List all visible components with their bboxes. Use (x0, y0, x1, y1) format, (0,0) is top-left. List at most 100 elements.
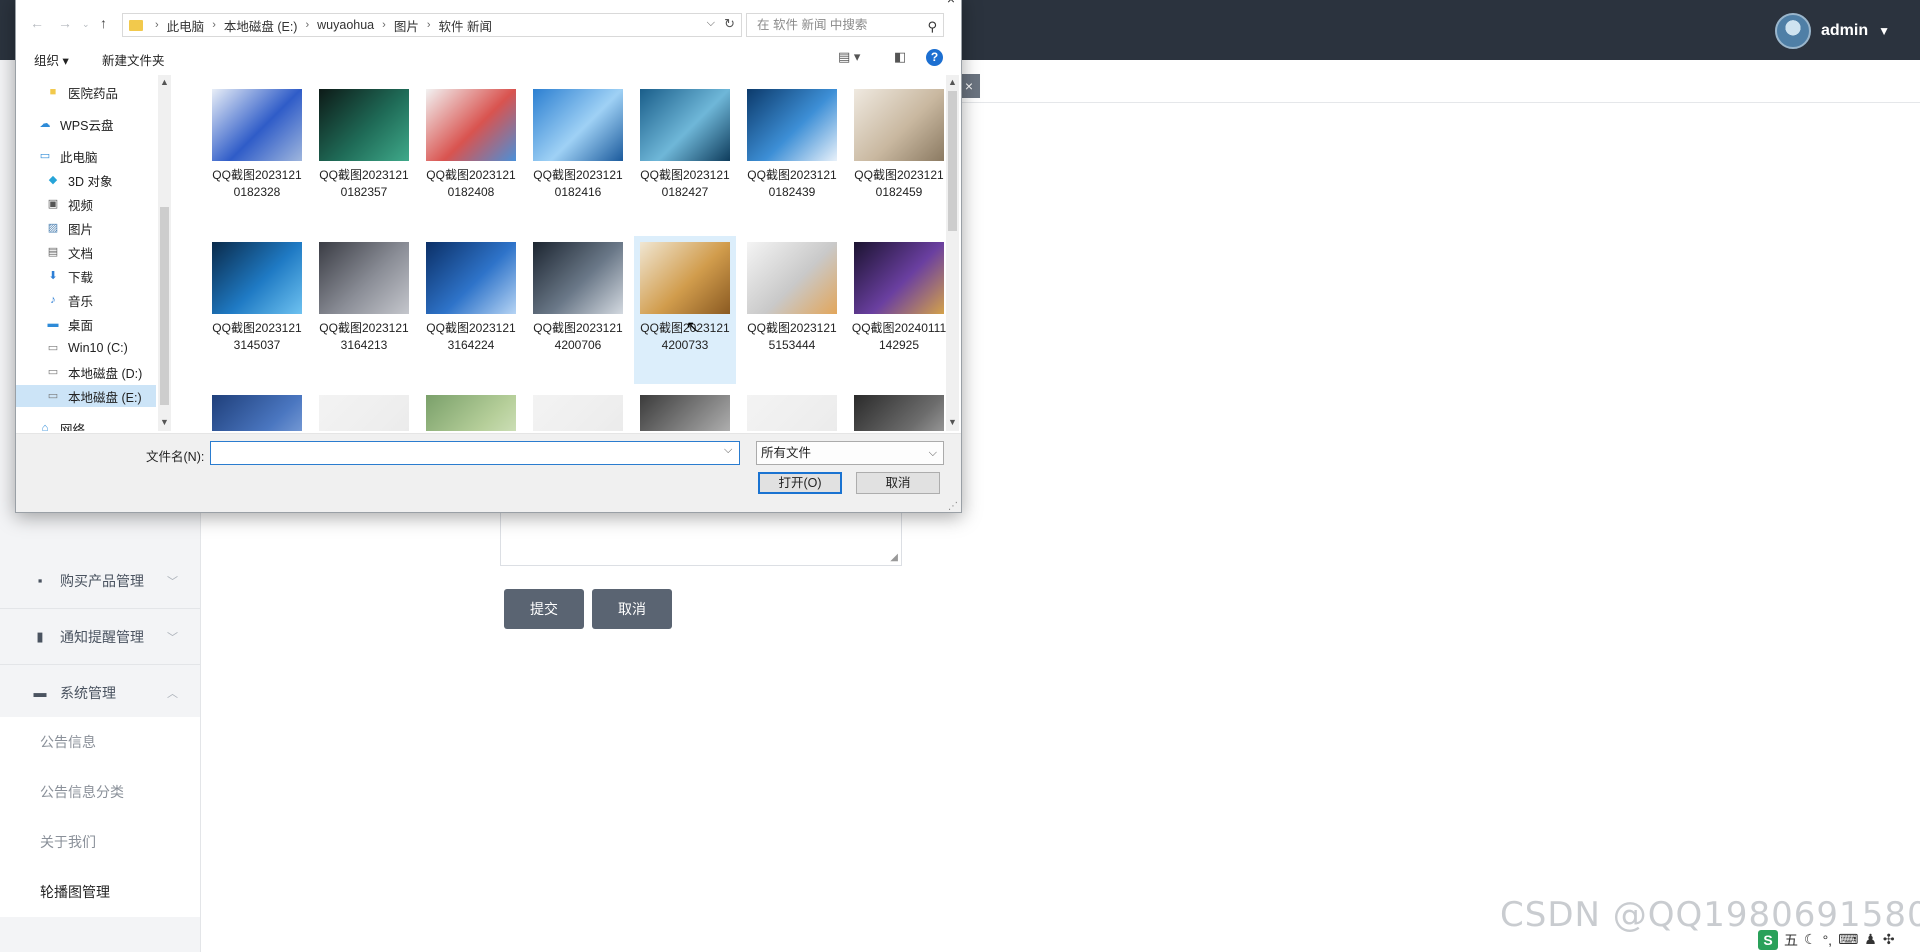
image-thumbnail[interactable] (533, 89, 623, 161)
filetype-select[interactable]: 所有文件 ⌵ (756, 441, 944, 465)
scroll-thumb[interactable] (948, 91, 957, 231)
breadcrumb-item[interactable]: 图片 (394, 16, 419, 35)
file-item[interactable]: QQ截图20231213164213 (313, 236, 415, 384)
image-thumbnail[interactable] (212, 89, 302, 161)
image-thumbnail[interactable] (854, 89, 944, 161)
file-item[interactable] (848, 389, 946, 431)
chevron-right-icon[interactable]: › (305, 19, 309, 31)
sidebar-item-purchase[interactable]: ▪ 购买产品管理 ﹀ (0, 553, 200, 609)
avatar[interactable] (1774, 13, 1811, 49)
filename-input[interactable] (210, 441, 740, 465)
nav-item[interactable]: ⌂ 网络 (16, 417, 156, 431)
keyboard-icon[interactable]: ⌨ (1838, 931, 1858, 948)
user-menu[interactable]: admin ▼ (1774, 13, 1890, 49)
up-icon[interactable]: ↑ (100, 15, 107, 31)
scroll-down-icon[interactable]: ▼ (160, 417, 169, 427)
dialog-cancel-button[interactable]: 取消 (856, 472, 940, 494)
image-thumbnail[interactable] (640, 395, 730, 431)
submit-button[interactable]: 提交 (504, 589, 584, 629)
sidebar-item-notify[interactable]: ▮ 通知提醒管理 ﹀ (0, 609, 200, 665)
chevron-right-icon[interactable]: › (427, 19, 431, 31)
image-thumbnail[interactable] (319, 242, 409, 314)
file-item[interactable] (206, 389, 308, 431)
back-icon[interactable]: ← (30, 15, 44, 31)
resize-grip-icon[interactable]: ⋰ (948, 501, 958, 512)
recent-chevron-icon[interactable]: ⌄ (82, 19, 90, 30)
nav-item[interactable]: ▭ 本地磁盘 (D:) (16, 361, 156, 383)
file-item[interactable]: QQ截图20231210182328 (206, 83, 308, 231)
moon-icon[interactable]: ☾ (1804, 931, 1817, 948)
sidebar-item-notice[interactable]: 公告信息 (0, 717, 200, 767)
image-thumbnail[interactable] (426, 395, 516, 431)
nav-item[interactable]: ▭ Win10 (C:) (16, 337, 156, 359)
breadcrumb-item[interactable]: 软件 新闻 (439, 16, 492, 35)
image-thumbnail[interactable] (747, 395, 837, 431)
image-thumbnail[interactable] (426, 242, 516, 314)
file-item[interactable] (313, 389, 415, 431)
address-bar[interactable]: › 此电脑 › 本地磁盘 (E:) › wuyaohua › 图片 › 软件 新… (122, 13, 742, 37)
file-item[interactable]: QQ截图20231210182357 (313, 83, 415, 231)
file-item[interactable]: QQ截图20231210182416 (527, 83, 629, 231)
nav-item[interactable]: ▨ 图片 (16, 217, 156, 239)
image-thumbnail[interactable] (212, 242, 302, 314)
scroll-thumb[interactable] (160, 207, 169, 405)
nav-item[interactable]: ▤ 文档 (16, 241, 156, 263)
scroll-down-icon[interactable]: ▼ (948, 417, 957, 427)
punctuation-icon[interactable]: °, (1823, 932, 1833, 948)
cancel-button[interactable]: 取消 (592, 589, 672, 629)
ime-mode[interactable]: 五 (1784, 930, 1798, 950)
organize-button[interactable]: 组织 ▾ (34, 50, 69, 69)
file-item[interactable]: QQ截图20231213164224 (420, 236, 522, 384)
file-item[interactable]: QQ截图20240111142925 (848, 236, 946, 384)
breadcrumb-item[interactable]: 此电脑 (167, 16, 205, 35)
open-button[interactable]: 打开(O) (758, 472, 842, 494)
ime-logo-icon[interactable]: S (1758, 929, 1778, 950)
file-item[interactable] (634, 389, 736, 431)
image-thumbnail[interactable] (640, 89, 730, 161)
image-thumbnail[interactable] (640, 242, 730, 314)
image-thumbnail[interactable] (533, 242, 623, 314)
breadcrumb-item[interactable]: 本地磁盘 (E:) (224, 16, 298, 35)
caret-down-icon[interactable]: ▼ (1878, 24, 1890, 38)
chevron-down-icon[interactable]: ⌵ (929, 442, 937, 464)
refresh-icon[interactable]: ↻ (724, 16, 735, 32)
file-item[interactable] (741, 389, 843, 431)
sidebar-item-about[interactable]: 关于我们 (0, 817, 200, 867)
chevron-right-icon[interactable]: › (155, 19, 159, 31)
dialog-titlebar[interactable]: × (16, 0, 961, 7)
view-mode-icon[interactable]: ▤ ▾ (838, 49, 860, 65)
nav-item[interactable]: ■ 医院药品 (16, 81, 156, 103)
image-thumbnail[interactable] (319, 89, 409, 161)
nav-item[interactable]: ▭ 此电脑 (16, 145, 156, 167)
file-item[interactable]: QQ截图20231215153444 (741, 236, 843, 384)
image-thumbnail[interactable] (747, 242, 837, 314)
image-thumbnail[interactable] (426, 89, 516, 161)
nav-item[interactable]: ◆ 3D 对象 (16, 169, 156, 191)
content-textarea[interactable]: ◢ (500, 505, 902, 566)
nav-scrollbar[interactable]: ▲ ▼ (158, 75, 171, 431)
preview-pane-icon[interactable]: ◧ (894, 49, 906, 65)
close-icon[interactable]: × (947, 0, 955, 7)
image-thumbnail[interactable] (854, 395, 944, 431)
file-item[interactable]: QQ截图20231213145037 (206, 236, 308, 384)
nav-item[interactable]: ♪ 音乐 (16, 289, 156, 311)
sidebar-item-system[interactable]: ▬ 系统管理 ︿ (0, 665, 200, 721)
nav-item[interactable]: ▭ 本地磁盘 (E:) (16, 385, 156, 407)
chevron-right-icon[interactable]: › (382, 19, 386, 31)
file-item[interactable]: QQ截图20231214200733 (634, 236, 736, 384)
image-thumbnail[interactable] (747, 89, 837, 161)
file-scrollbar[interactable]: ▲ ▼ (946, 75, 959, 431)
scroll-up-icon[interactable]: ▲ (160, 77, 169, 87)
user-icon[interactable]: ♟ (1864, 931, 1877, 948)
nav-item[interactable]: ▣ 视频 (16, 193, 156, 215)
file-item[interactable]: QQ截图20231210182439 (741, 83, 843, 231)
new-folder-button[interactable]: 新建文件夹 (102, 50, 165, 69)
nav-item[interactable]: ⬇ 下载 (16, 265, 156, 287)
file-item[interactable]: QQ截图20231214200706 (527, 236, 629, 384)
image-thumbnail[interactable] (212, 395, 302, 431)
username[interactable]: admin (1821, 22, 1868, 40)
search-icon[interactable]: ⚲ (927, 16, 937, 38)
image-thumbnail[interactable] (854, 242, 944, 314)
sidebar-item-notice-category[interactable]: 公告信息分类 (0, 767, 200, 817)
resize-grip-icon[interactable]: ◢ (890, 552, 898, 563)
